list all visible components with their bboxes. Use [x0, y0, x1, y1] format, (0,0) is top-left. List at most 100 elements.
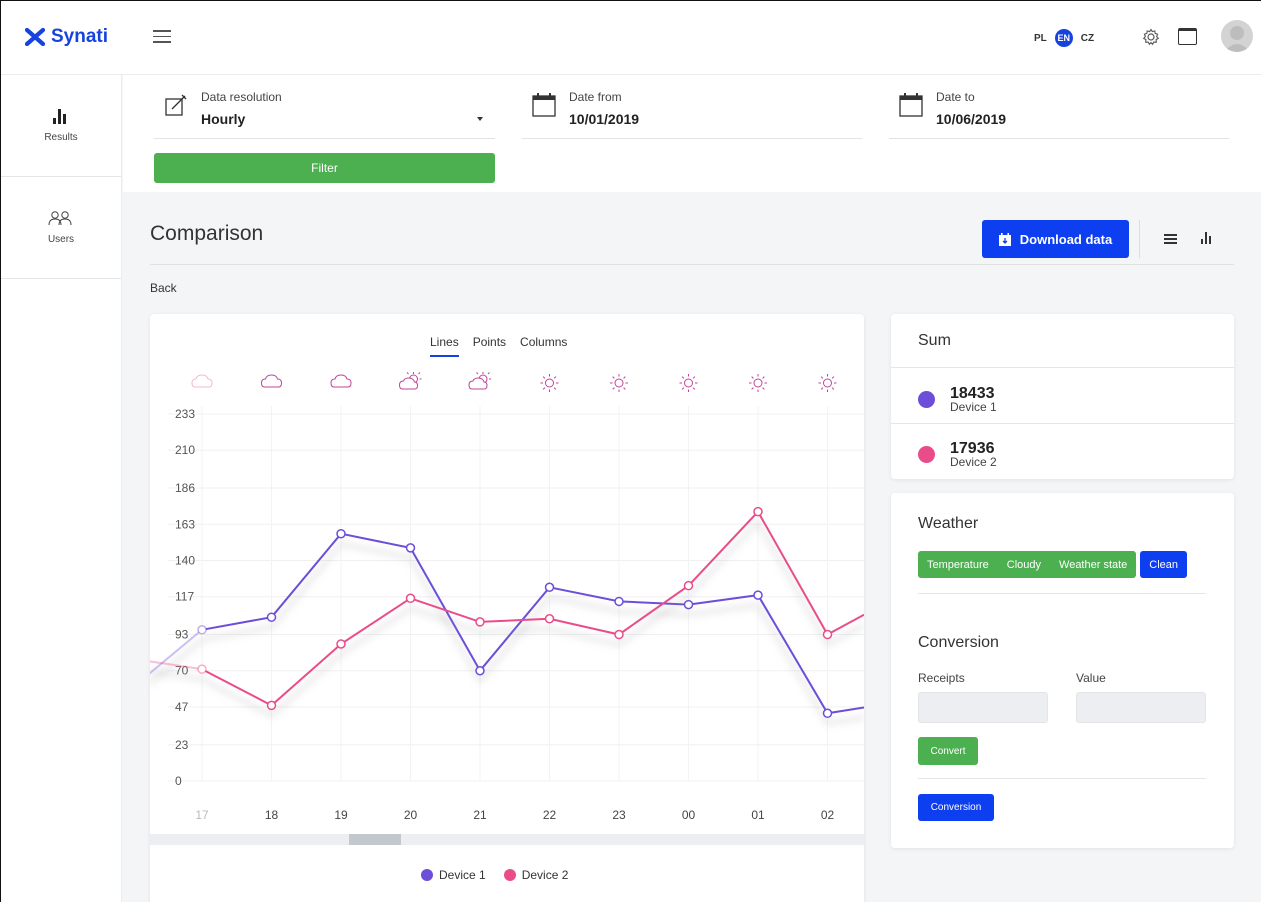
gear-icon[interactable]	[1142, 28, 1160, 46]
line-chart: 02347709311714016318621023317 18 19 20 21 22 2…	[150, 372, 864, 822]
data-point	[822, 629, 833, 640]
sum-card: Sum 18433 Device 1 17936 Device 2	[891, 314, 1234, 479]
sun-icon	[540, 374, 559, 392]
data-point	[822, 708, 833, 719]
download-label: Download data	[1019, 231, 1113, 247]
weather-button-group: Temperature Cloudy Weather state Clean	[918, 551, 1188, 578]
x-tick-label: 01	[751, 808, 765, 822]
cloud-icon	[191, 374, 213, 388]
weather-state-button[interactable]: Weather state	[1050, 559, 1136, 571]
y-tick-label: 140	[175, 553, 195, 567]
clean-button[interactable]: Clean	[1140, 551, 1188, 578]
sum-value: 18433	[950, 385, 995, 402]
data-point	[683, 580, 694, 591]
resolution-value: Hourly	[201, 111, 246, 127]
x-tick-label: 20	[404, 808, 418, 822]
date-to-field[interactable]: Date to 10/06/2019	[889, 87, 1229, 139]
back-link[interactable]: Back	[150, 281, 177, 295]
series-shadow	[150, 519, 864, 718]
filter-panel: Data resolution Hourly Date from 10/01/2…	[123, 75, 1261, 192]
data-point	[753, 506, 763, 517]
list-view-icon[interactable]	[1164, 234, 1177, 244]
sidebar-item-results[interactable]: Results	[1, 75, 121, 177]
y-tick-label: 23	[175, 738, 189, 752]
window-icon[interactable]	[1178, 28, 1197, 45]
cloudy-button[interactable]: Cloudy	[998, 559, 1050, 571]
divider	[918, 593, 1206, 594]
date-from-label: Date from	[569, 90, 622, 104]
sum-title: Sum	[918, 332, 951, 349]
y-tick-label: 210	[175, 443, 195, 457]
y-tick-label: 93	[175, 628, 189, 642]
legend-item-device-1[interactable]: Device 1	[421, 868, 486, 882]
partly-sunny-icon	[398, 372, 422, 390]
filter-button[interactable]: Filter	[154, 153, 495, 183]
weather-card: Weather Temperature Cloudy Weather state…	[891, 493, 1234, 848]
sidebar-item-users[interactable]: Users	[1, 177, 121, 279]
edit-icon	[165, 94, 187, 116]
x-tick-label: 23	[612, 808, 626, 822]
sidebar: Results Users	[1, 75, 122, 902]
divider	[1139, 220, 1140, 258]
data-point	[266, 612, 277, 622]
download-icon	[998, 232, 1011, 246]
device-color-dot	[918, 391, 935, 408]
data-point	[683, 599, 694, 610]
download-data-button[interactable]: Download data	[982, 220, 1129, 258]
brand-name: Synati	[51, 26, 109, 47]
data-point	[266, 700, 277, 711]
data-point	[614, 629, 624, 640]
date-to-label: Date to	[936, 90, 975, 104]
users-icon	[48, 211, 72, 226]
legend-dot	[421, 869, 433, 881]
data-point	[475, 617, 485, 627]
lang-pl[interactable]: PL	[1034, 33, 1047, 44]
weather-title: Weather	[918, 515, 979, 532]
sum-item-device-1: 18433 Device 1	[918, 386, 997, 413]
divider	[150, 264, 1234, 265]
logo[interactable]: Synati	[25, 26, 108, 48]
receipts-label: Receipts	[918, 671, 965, 685]
date-to-value: 10/06/2019	[936, 111, 1007, 127]
sum-device-name: Device 1	[950, 400, 997, 414]
language-switcher: PL EN CZ	[1034, 29, 1094, 47]
page-title: Comparison	[150, 222, 264, 245]
chevron-down-icon	[477, 117, 483, 121]
x-tick-label: 18	[265, 808, 279, 822]
calendar-icon	[532, 93, 556, 117]
chart-legend: Device 1 Device 2	[421, 868, 568, 882]
x-tick-label: 02	[821, 808, 835, 822]
data-point	[405, 543, 416, 553]
x-tick-label: 21	[473, 808, 487, 822]
chart-scrollbar[interactable]	[150, 834, 864, 845]
app-frame: Synati PL EN CZ Results Users Data resol…	[0, 0, 1261, 902]
avatar[interactable]	[1221, 20, 1253, 52]
chart-view-icon[interactable]	[1201, 232, 1213, 244]
conversion-button[interactable]: Conversion	[918, 794, 994, 821]
value-label: Value	[1076, 671, 1106, 685]
x-tick-label: 19	[334, 808, 348, 822]
date-from-field[interactable]: Date from 10/01/2019	[522, 87, 862, 139]
convert-button[interactable]: Convert	[918, 737, 978, 765]
bar-chart-icon	[53, 108, 66, 124]
menu-icon[interactable]	[153, 30, 171, 44]
lang-cz[interactable]: CZ	[1081, 33, 1094, 44]
cloud-icon	[330, 374, 352, 388]
data-resolution-select[interactable]: Data resolution Hourly	[154, 87, 495, 139]
data-point	[753, 590, 763, 600]
data-point	[475, 665, 485, 676]
lang-en[interactable]: EN	[1054, 29, 1073, 47]
sum-item-device-2: 17936 Device 2	[918, 441, 997, 468]
value-input[interactable]	[1076, 692, 1206, 723]
legend-item-device-2[interactable]: Device 2	[503, 868, 568, 882]
scroll-thumb[interactable]	[348, 834, 401, 845]
receipts-input[interactable]	[918, 692, 1048, 723]
y-tick-label: 117	[175, 590, 194, 604]
sun-icon	[679, 374, 698, 392]
sum-value: 17936	[950, 440, 995, 457]
chart-card: Lines Points Columns 0 23 47 70 93 117 140 163 1…	[150, 314, 864, 902]
y-tick-label: 0	[175, 774, 182, 788]
sidebar-item-label: Results	[44, 131, 78, 143]
temperature-button[interactable]: Temperature	[918, 559, 998, 571]
date-from-value: 10/01/2019	[569, 111, 640, 127]
